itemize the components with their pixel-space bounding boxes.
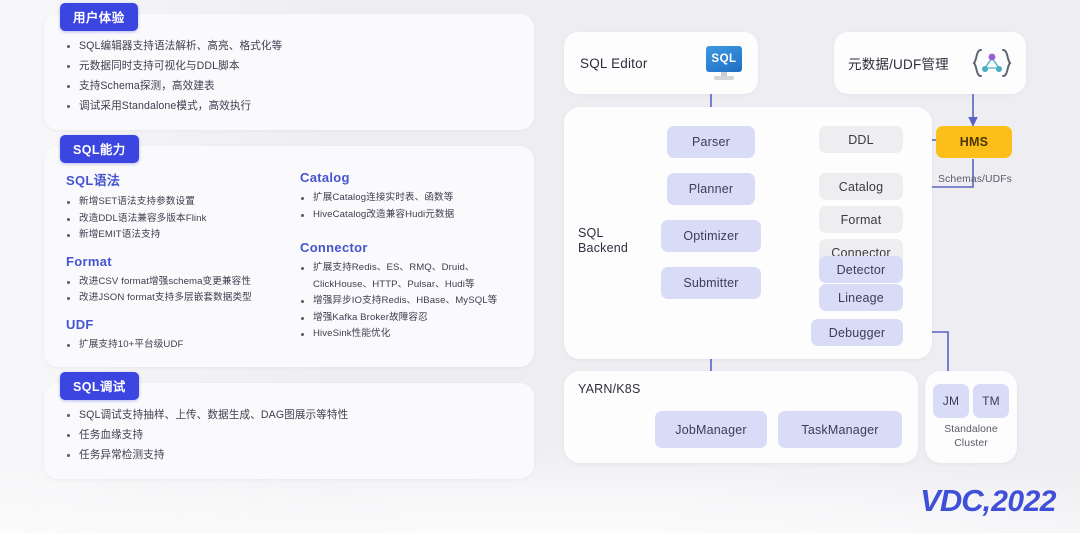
list-item: 调试采用Standalone模式，高效执行 [66, 96, 516, 116]
standalone-caption-line2: Cluster [954, 438, 988, 449]
yarn-k8s-title: YARN/K8S [578, 382, 641, 396]
list-item: 改进CSV format增强schema变更兼容性 [66, 274, 282, 291]
list-item: 增强Kafka Broker故障容忍 [300, 310, 516, 327]
card-metadata-udf-management[interactable]: 元数据/UDF管理 [834, 32, 1026, 94]
badge-sql-capability: SQL能力 [60, 135, 139, 163]
standalone-caption-line1: Standalone [944, 424, 998, 435]
udf-bullet-list: 扩展支持10+平台级UDF [66, 337, 282, 354]
badge-sql-debug: SQL调试 [60, 372, 139, 400]
sql-syntax-bullet-list: 新增SET语法支持参数设置 改造DDL语法兼容多版本Flink 新增EMIT语法… [66, 194, 282, 244]
format-bullet-list: 改进CSV format增强schema变更兼容性 改进JSON format支… [66, 274, 282, 307]
sql-backend-title-line1: SQL [578, 226, 604, 240]
catalog-bullet-list: 扩展Catalog连接实时表、函数等 HiveCatalog改造兼容Hudi元数… [300, 190, 516, 223]
card-sql-editor[interactable]: SQL Editor SQL [564, 32, 758, 94]
vdc-logo-mark: VDC, [920, 483, 991, 518]
node-lineage-label: Lineage [838, 290, 884, 305]
node-ddl-label: DDL [848, 132, 874, 147]
list-item: HiveSink性能优化 [300, 326, 516, 343]
list-item: 任务血缘支持 [66, 425, 516, 445]
sql-monitor-base [714, 76, 734, 80]
card-sql-debug: SQL调试 SQL调试支持抽样、上传、数据生成、DAG图展示等特性 任务血缘支持… [44, 372, 534, 479]
node-taskmanager[interactable]: TaskManager [778, 411, 902, 448]
node-format[interactable]: Format [819, 206, 903, 233]
list-item: 改进JSON format支持多层嵌套数据类型 [66, 290, 282, 307]
list-item: 任务异常检测支持 [66, 445, 516, 465]
connector-bullet-list: 扩展支持Redis、ES、RMQ、Druid、ClickHouse、HTTP、P… [300, 260, 516, 343]
list-item: 扩展支持Redis、ES、RMQ、Druid、ClickHouse、HTTP、P… [300, 260, 516, 293]
list-item: 扩展支持10+平台级UDF [66, 337, 282, 354]
node-jm-label: JM [942, 394, 960, 408]
node-lineage[interactable]: Lineage [819, 284, 903, 311]
sql-capability-columns: SQL语法 新增SET语法支持参数设置 改造DDL语法兼容多版本Flink 新增… [66, 170, 516, 353]
sql-capability-left-column: SQL语法 新增SET语法支持参数设置 改造DDL语法兼容多版本Flink 新增… [66, 170, 282, 353]
node-catalog-label: Catalog [838, 179, 884, 194]
heading-udf: UDF [66, 316, 94, 332]
sql-debug-bullet-list: SQL调试支持抽样、上传、数据生成、DAG图展示等特性 任务血缘支持 任务异常检… [66, 405, 516, 465]
node-jobmanager-label: JobManager [675, 422, 747, 437]
heading-format: Format [66, 253, 112, 269]
list-item: HiveCatalog改造兼容Hudi元数据 [300, 207, 516, 224]
sql-backend-title-line2: Backend [578, 241, 629, 255]
node-debugger[interactable]: Debugger [811, 319, 903, 346]
sql-monitor-screen-text: SQL [706, 46, 742, 72]
vdc-logo: VDC, 2022 [920, 483, 1056, 519]
list-item: 元数据同时支持可视化与DDL脚本 [66, 56, 516, 76]
node-detector[interactable]: Detector [819, 256, 903, 283]
node-format-label: Format [840, 212, 882, 227]
node-jm[interactable]: JM [933, 384, 969, 418]
sql-monitor-icon: SQL [706, 46, 742, 80]
badge-user-experience: 用户体验 [60, 3, 138, 31]
node-ddl[interactable]: DDL [819, 126, 903, 153]
architecture-diagram: SQL Editor SQL 元数据/UDF管理 SQL Backend Par… [556, 14, 1066, 484]
node-catalog[interactable]: Catalog [819, 173, 903, 200]
list-item: 新增EMIT语法支持 [66, 227, 282, 244]
card-sql-capability: SQL能力 SQL语法 新增SET语法支持参数设置 改造DDL语法兼容多版本Fl… [44, 135, 534, 367]
list-item: 扩展Catalog连接实时表、函数等 [300, 190, 516, 207]
node-submitter[interactable]: Submitter [661, 267, 761, 299]
card-user-experience: 用户体验 SQL编辑器支持语法解析、高亮、格式化等 元数据同时支持可视化与DDL… [44, 3, 534, 130]
node-planner-label: Planner [688, 182, 734, 196]
node-debugger-label: Debugger [828, 325, 886, 340]
sql-editor-label: SQL Editor [580, 55, 648, 71]
heading-sql-syntax: SQL语法 [66, 173, 121, 188]
heading-connector: Connector [300, 240, 368, 255]
hms-caption: Schemas/UDFs [938, 174, 1012, 185]
list-item: SQL编辑器支持语法解析、高亮、格式化等 [66, 36, 516, 56]
list-item: 改造DDL语法兼容多版本Flink [66, 211, 282, 228]
node-tm-label: TM [982, 394, 1000, 408]
node-hms-label: HMS [959, 135, 989, 149]
node-optimizer-label: Optimizer [683, 229, 739, 243]
user-experience-bullet-list: SQL编辑器支持语法解析、高亮、格式化等 元数据同时支持可视化与DDL脚本 支持… [66, 36, 516, 116]
node-hms[interactable]: HMS [936, 126, 1012, 158]
node-optimizer[interactable]: Optimizer [661, 220, 761, 252]
card-user-experience-body: SQL编辑器支持语法解析、高亮、格式化等 元数据同时支持可视化与DDL脚本 支持… [44, 14, 534, 130]
list-item: SQL调试支持抽样、上传、数据生成、DAG图展示等特性 [66, 405, 516, 425]
sql-capability-right-column: Catalog 扩展Catalog连接实时表、函数等 HiveCatalog改造… [300, 170, 516, 353]
list-item: 支持Schema探测，高效建表 [66, 76, 516, 96]
card-sql-capability-body: SQL语法 新增SET语法支持参数设置 改造DDL语法兼容多版本Flink 新增… [44, 146, 534, 367]
node-parser-label: Parser [691, 135, 731, 149]
sql-backend-title: SQL Backend [578, 226, 628, 256]
list-item: 增强异步IO支持Redis、HBase、MySQL等 [300, 293, 516, 310]
list-item: 新增SET语法支持参数设置 [66, 194, 282, 211]
heading-catalog: Catalog [300, 170, 350, 185]
node-jobmanager[interactable]: JobManager [655, 411, 767, 448]
node-planner[interactable]: Planner [667, 173, 755, 205]
node-parser[interactable]: Parser [667, 126, 755, 158]
node-taskmanager-label: TaskManager [801, 422, 879, 437]
node-detector-label: Detector [836, 262, 886, 277]
node-submitter-label: Submitter [683, 276, 739, 290]
vdc-logo-year: 2022 [991, 485, 1056, 518]
node-tm[interactable]: TM [973, 384, 1009, 418]
metadata-udf-label: 元数据/UDF管理 [848, 57, 949, 72]
left-content-column: 用户体验 SQL编辑器支持语法解析、高亮、格式化等 元数据同时支持可视化与DDL… [44, 3, 534, 479]
standalone-cluster-caption: Standalone Cluster [925, 423, 1017, 451]
udf-graph-icon [972, 46, 1012, 80]
